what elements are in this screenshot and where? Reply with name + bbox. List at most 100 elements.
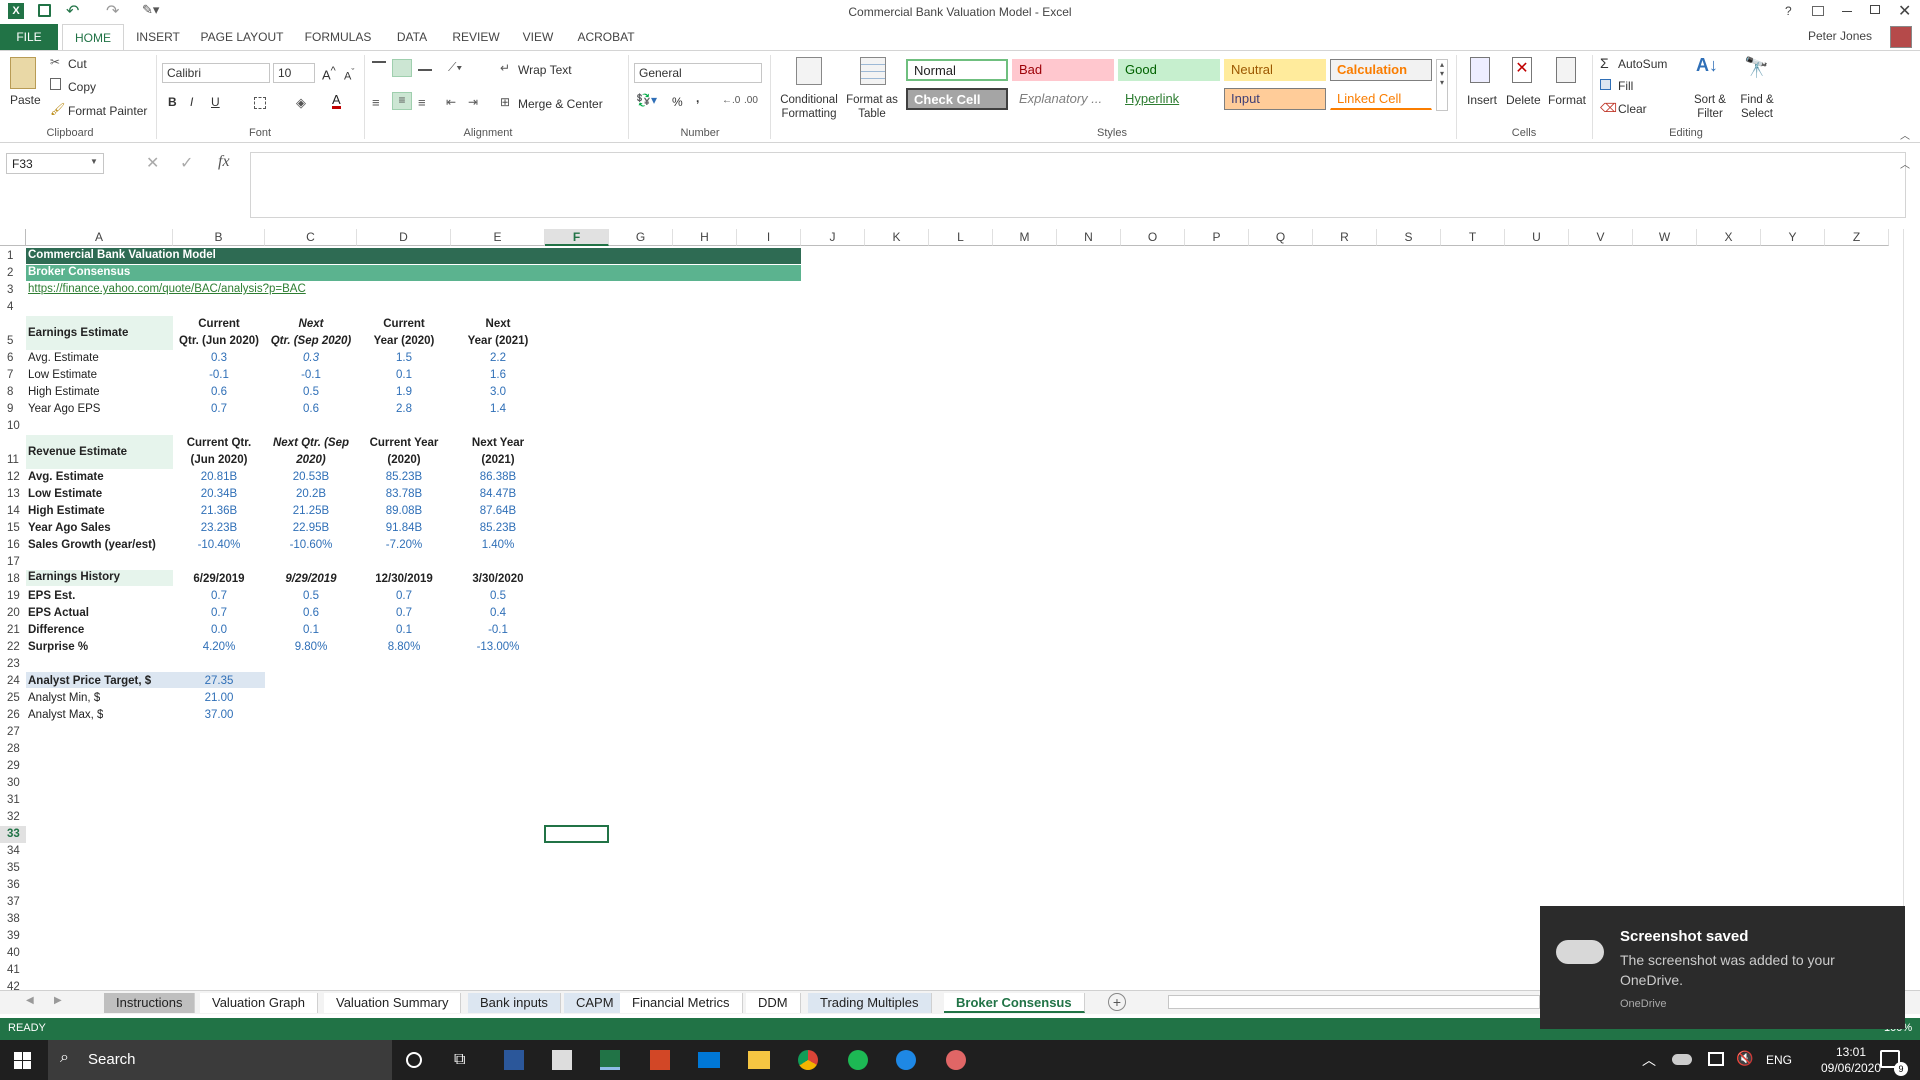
horizontal-scrollbar[interactable] [1168, 995, 1540, 1009]
align-right-icon[interactable]: ≡ [418, 95, 426, 110]
revenue-value-cell[interactable]: 20.2B [265, 486, 357, 503]
row-header[interactable]: 37 [0, 894, 26, 911]
row-header[interactable]: 26 [0, 707, 26, 724]
align-center-icon[interactable]: ≡ [392, 92, 412, 110]
history-value-cell[interactable]: 0.7 [173, 605, 265, 622]
revenue-value-cell[interactable]: 83.78B [357, 486, 451, 503]
revenue-value-cell[interactable]: 84.47B [451, 486, 545, 503]
comma-style-button[interactable]: , [696, 91, 699, 105]
minimize-icon[interactable] [1842, 11, 1852, 12]
row-header[interactable]: 20 [0, 605, 26, 622]
spotify-app-icon[interactable] [848, 1050, 868, 1070]
row-header[interactable]: 16 [0, 537, 26, 554]
sheet-tab[interactable]: Trading Multiples [808, 993, 932, 1013]
accounting-format-icon[interactable]: 💱▾ [636, 93, 657, 107]
earnings-value-cell[interactable]: 0.6 [265, 401, 357, 418]
mail-app-icon[interactable] [698, 1052, 720, 1068]
revenue-value-cell[interactable]: 91.84B [357, 520, 451, 537]
history-value-cell[interactable]: 0.5 [265, 588, 357, 605]
column-header[interactable]: S [1377, 229, 1441, 246]
revenue-value-cell[interactable]: 85.23B [357, 469, 451, 486]
history-row-label[interactable]: Surprise % [28, 639, 88, 656]
select-all-corner[interactable] [0, 229, 26, 246]
row-header[interactable]: 22 [0, 639, 26, 656]
taskbar-search-box[interactable]: ⌕ Search [48, 1040, 392, 1080]
cancel-entry-icon[interactable]: ✕ [146, 153, 159, 173]
earnings-row-label[interactable]: Avg. Estimate [28, 350, 99, 367]
row-header[interactable]: 2 [0, 265, 26, 282]
sheet-tab[interactable]: Instructions [104, 993, 196, 1013]
row-header[interactable]: 3 [0, 282, 26, 299]
row-header[interactable]: 14 [0, 503, 26, 520]
column-header[interactable]: Z [1825, 229, 1889, 246]
increase-decimal-icon[interactable]: ←.0 [722, 95, 740, 106]
earnings-column-header[interactable]: Next Qtr. (Sep 2020) [265, 316, 357, 350]
revenue-value-cell[interactable]: 20.81B [173, 469, 265, 486]
earnings-value-cell[interactable]: 3.0 [451, 384, 545, 401]
row-header[interactable]: 11 [0, 435, 26, 469]
earnings-value-cell[interactable]: 0.1 [357, 367, 451, 384]
merge-center-button[interactable]: Merge & Center [518, 97, 603, 111]
column-header[interactable]: K [865, 229, 929, 246]
align-left-icon[interactable]: ≡ [372, 95, 380, 110]
revenue-column-header[interactable]: Next Qtr. (Sep 2020) [265, 435, 357, 469]
row-header[interactable]: 27 [0, 724, 26, 741]
avatar[interactable] [1890, 26, 1912, 48]
row-header[interactable]: 10 [0, 418, 26, 435]
price-row-label[interactable]: Analyst Min, $ [28, 690, 100, 707]
history-value-cell[interactable]: 0.6 [265, 605, 357, 622]
style-linked-cell[interactable]: Linked Cell [1330, 88, 1432, 110]
column-header[interactable]: X [1697, 229, 1761, 246]
row-header[interactable]: 6 [0, 350, 26, 367]
row-header[interactable]: 17 [0, 554, 26, 571]
earnings-column-header[interactable]: Current Year (2020) [357, 316, 451, 350]
history-column-header[interactable]: 3/30/2020 [451, 571, 545, 588]
row-header[interactable]: 35 [0, 860, 26, 877]
style-normal[interactable]: Normal [906, 59, 1008, 81]
sheet-title[interactable]: Commercial Bank Valuation Model [28, 247, 216, 264]
word-app-icon[interactable] [504, 1050, 524, 1070]
row-header[interactable]: 1 [0, 248, 26, 265]
format-as-table-button[interactable]: Format as Table [844, 93, 900, 121]
row-header[interactable]: 18 [0, 571, 26, 588]
row-header[interactable]: 13 [0, 486, 26, 503]
row-header[interactable]: 29 [0, 758, 26, 775]
sheet-subtitle[interactable]: Broker Consensus [28, 264, 130, 281]
column-header[interactable]: E [451, 229, 545, 246]
borders-icon[interactable] [254, 97, 266, 109]
insert-cells-button[interactable]: Insert [1467, 93, 1497, 107]
conditional-formatting-button[interactable]: Conditional Formatting [776, 93, 842, 121]
history-value-cell[interactable]: 0.7 [357, 605, 451, 622]
history-value-cell[interactable]: 0.7 [173, 588, 265, 605]
history-value-cell[interactable]: -0.1 [451, 622, 545, 639]
task-view-icon[interactable]: ⧉ [454, 1051, 465, 1069]
onedrive-toast[interactable]: Screenshot saved The screenshot was adde… [1540, 906, 1905, 1029]
italic-button[interactable]: I [190, 95, 193, 109]
column-header[interactable]: L [929, 229, 993, 246]
column-header[interactable]: B [173, 229, 265, 246]
column-header[interactable]: T [1441, 229, 1505, 246]
help-icon[interactable]: ? [1785, 4, 1792, 18]
percent-style-button[interactable]: % [672, 95, 683, 109]
onedrive-tray-icon[interactable] [1672, 1054, 1692, 1065]
row-header[interactable]: 7 [0, 367, 26, 384]
sheet-tab[interactable]: Valuation Graph [200, 993, 318, 1013]
align-top-icon[interactable] [372, 61, 386, 71]
revenue-value-cell[interactable]: -10.60% [265, 537, 357, 554]
row-header[interactable]: 41 [0, 962, 26, 979]
network-icon[interactable] [1708, 1052, 1724, 1066]
history-value-cell[interactable]: 0.0 [173, 622, 265, 639]
revenue-value-cell[interactable]: 89.08B [357, 503, 451, 520]
paste-icon[interactable] [10, 57, 36, 89]
format-painter-button[interactable]: Format Painter [68, 104, 147, 118]
scroll-tabs-left-icon[interactable]: ◀ [26, 995, 34, 1006]
history-value-cell[interactable]: 0.1 [265, 622, 357, 639]
font-size-select[interactable]: 10 [273, 63, 315, 83]
column-header[interactable]: F [545, 229, 609, 246]
formula-input[interactable] [250, 152, 1906, 218]
name-box-dropdown-icon[interactable]: ▼ [90, 157, 98, 166]
earnings-value-cell[interactable]: 2.2 [451, 350, 545, 367]
copy-button[interactable]: Copy [68, 80, 96, 94]
style-good[interactable]: Good [1118, 59, 1220, 81]
history-value-cell[interactable]: 0.5 [451, 588, 545, 605]
